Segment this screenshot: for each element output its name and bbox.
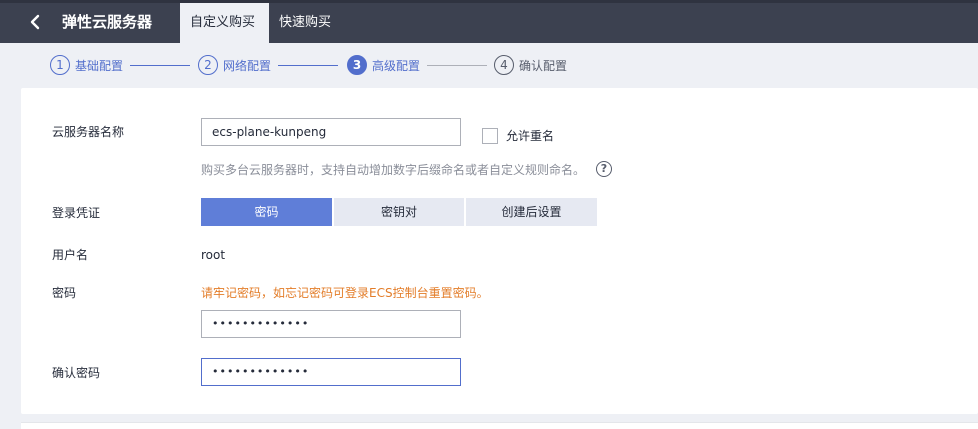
tab-quick-purchase[interactable]: 快速购买: [269, 3, 345, 43]
step-label: 确认配置: [519, 58, 568, 73]
step-network-config[interactable]: 2 网络配置: [198, 54, 271, 76]
username-label: 用户名: [52, 248, 89, 262]
chevron-left-icon: [30, 14, 40, 30]
credential-option-keypair[interactable]: 密钥对: [334, 198, 464, 226]
next-section-card: [21, 422, 978, 429]
credential-option-password[interactable]: 密码: [201, 198, 332, 226]
step-connector: [130, 65, 190, 66]
confirm-password-label: 确认密码: [52, 366, 101, 380]
step-connector: [427, 65, 487, 66]
question-circle-icon[interactable]: ?: [596, 161, 612, 177]
advanced-config-card: [21, 88, 978, 414]
app-title: 弹性云服务器: [62, 13, 153, 31]
step-number: 1: [50, 55, 70, 75]
tab-custom-purchase[interactable]: 自定义购买: [180, 3, 269, 43]
step-label: 基础配置: [75, 58, 124, 73]
step-label: 网络配置: [223, 58, 272, 73]
step-label: 高级配置: [372, 58, 421, 73]
top-navigation-bar: 弹性云服务器 自定义购买 快速购买: [0, 0, 978, 43]
server-name-label: 云服务器名称: [52, 125, 125, 139]
login-credential-label: 登录凭证: [52, 206, 101, 220]
step-confirm-config[interactable]: 4 确认配置: [494, 54, 567, 76]
back-button[interactable]: [24, 9, 46, 35]
step-number: 3: [347, 55, 367, 75]
server-name-input[interactable]: ecs-plane-kunpeng: [201, 118, 461, 146]
password-input[interactable]: •••••••••••••: [201, 310, 461, 338]
step-number: 4: [494, 55, 514, 75]
credential-option-set-later[interactable]: 创建后设置: [466, 198, 597, 226]
step-advanced-config[interactable]: 3 高级配置: [347, 54, 420, 76]
server-name-hint: 购买多台云服务器时，支持自动增加数字后缀命名或者自定义规则命名。: [201, 163, 586, 177]
step-number: 2: [198, 55, 218, 75]
step-connector: [278, 65, 338, 66]
password-warning: 请牢记密码，如忘记密码可登录ECS控制台重置密码。: [201, 286, 489, 300]
allow-duplicate-checkbox[interactable]: [482, 128, 498, 144]
confirm-password-input[interactable]: •••••••••••••: [201, 358, 461, 386]
allow-duplicate-label[interactable]: 允许重名: [506, 127, 554, 145]
password-label: 密码: [52, 286, 77, 300]
top-accent-strip: [0, 0, 978, 3]
username-value: root: [201, 248, 226, 262]
step-basic-config[interactable]: 1 基础配置: [50, 54, 123, 76]
